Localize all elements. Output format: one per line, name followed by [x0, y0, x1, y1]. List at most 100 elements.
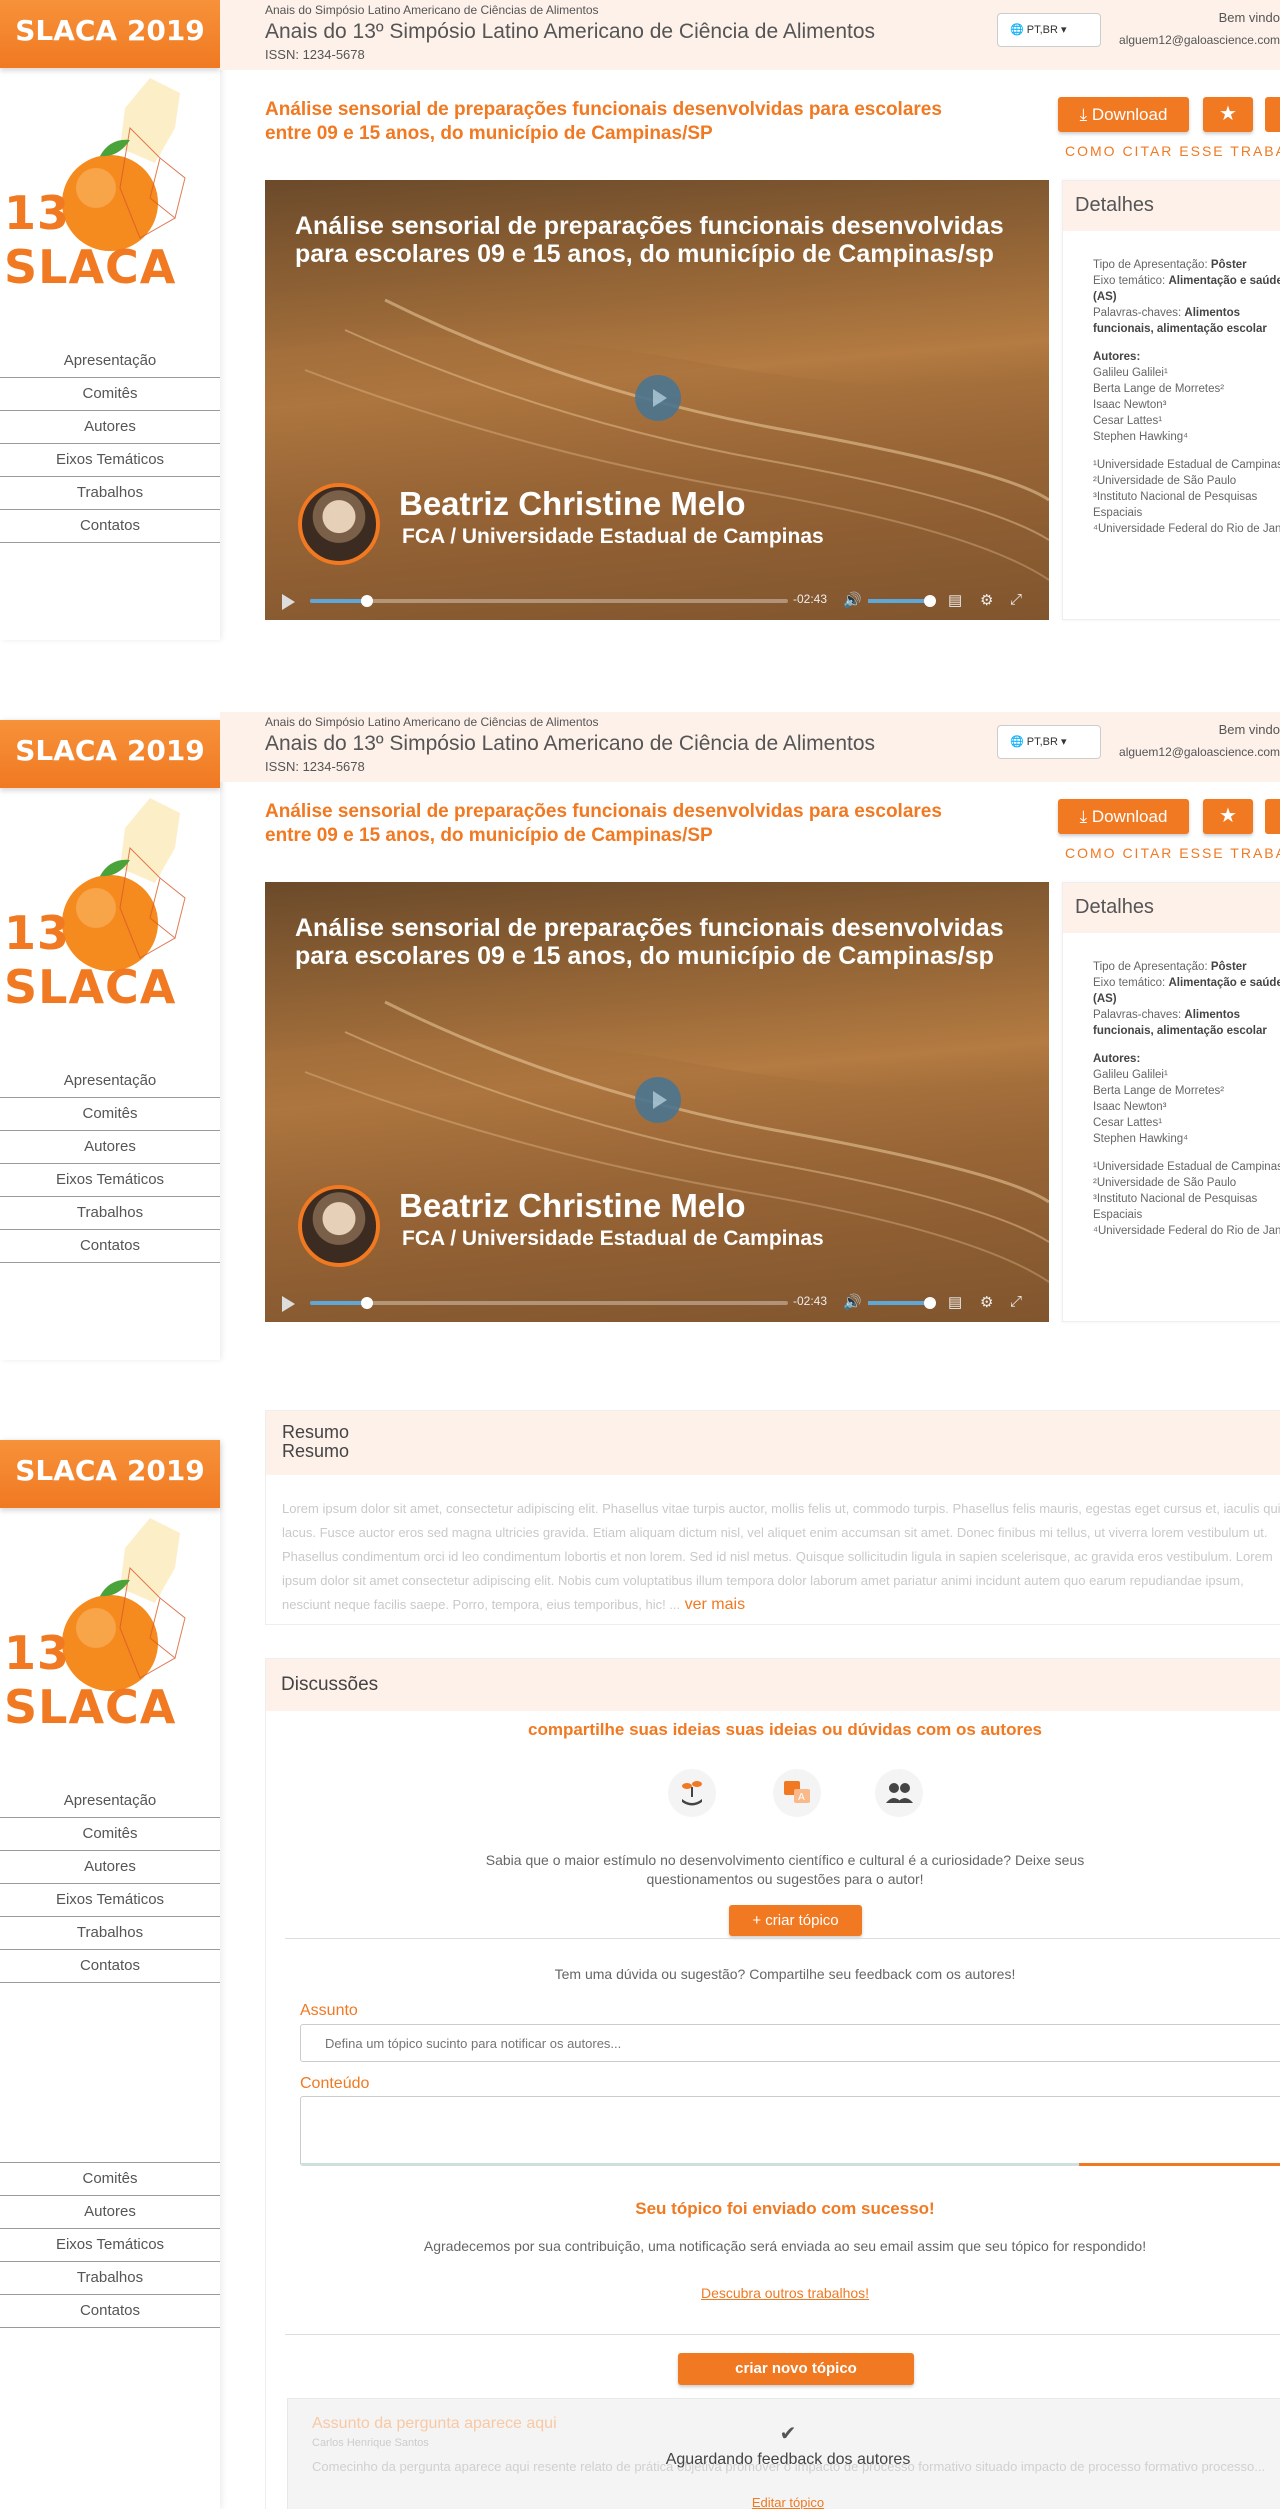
author-item[interactable]: Galileu Galilei¹	[1093, 1067, 1280, 1083]
header-subtitle: Anais do Simpósio Latino Americano de Ci…	[265, 3, 599, 17]
play-icon[interactable]	[635, 1077, 681, 1123]
more-button[interactable]	[1265, 97, 1280, 132]
nav-contatos[interactable]: Contatos	[0, 1950, 220, 1983]
slaca-logo[interactable]: 13 SLACA	[0, 1508, 220, 1734]
discussoes-intro: Sabia que o maior estímulo no desenvolvi…	[485, 1852, 1085, 1887]
speaker-avatar	[298, 483, 380, 565]
more-button[interactable]	[1265, 799, 1280, 834]
favorite-button[interactable]: ★	[1203, 799, 1253, 834]
seek-bar[interactable]	[310, 1297, 788, 1309]
nav-eixos[interactable]: Eixos Temáticos	[0, 1884, 220, 1917]
cite-link[interactable]: COMO CITAR ESSE TRABALHO	[1065, 143, 1280, 159]
slaca-logo[interactable]: 13 SLACA	[0, 68, 220, 294]
download-button[interactable]: ⤓ Download	[1058, 799, 1189, 834]
seek-progress	[310, 599, 368, 603]
fullscreen-icon[interactable]: ⤢	[1010, 591, 1022, 608]
author-item[interactable]: Berta Lange de Morretes²	[1093, 1083, 1280, 1099]
nav-contatos[interactable]: Contatos	[0, 510, 220, 543]
settings-icon[interactable]: ⚙	[980, 591, 993, 609]
user-email[interactable]: alguem12@galoascience.com	[1080, 745, 1280, 759]
author-item[interactable]: Stephen Hawking⁴	[1093, 1131, 1280, 1147]
fullscreen-icon[interactable]: ⤢	[1010, 1293, 1022, 1310]
nav-trabalhos[interactable]: Trabalhos	[0, 477, 220, 510]
nav-apresentacao[interactable]: Apresentação	[0, 1785, 220, 1818]
speaker-institution: FCA / Universidade Estadual de Campinas	[402, 525, 824, 548]
nav-eixos[interactable]: Eixos Temáticos	[0, 1164, 220, 1197]
criar-novo-topico-button[interactable]: criar novo tópico	[678, 2353, 914, 2385]
nav-autores[interactable]: Autores	[0, 1131, 220, 1164]
nav-comites[interactable]: Comitês	[0, 2163, 220, 2196]
volume-icon[interactable]: 🔊	[843, 1293, 862, 1311]
volume-icon[interactable]: 🔊	[843, 591, 862, 609]
time-remaining: -02:43	[793, 592, 828, 606]
header-issn: ISSN: 1234-5678	[265, 759, 365, 774]
nav-autores[interactable]: Autores	[0, 2196, 220, 2229]
nav-apresentacao[interactable]: Apresentação	[0, 1065, 220, 1098]
author-item[interactable]: Cesar Lattes¹	[1093, 413, 1280, 429]
conteudo-textarea[interactable]	[300, 2096, 1280, 2166]
speaker-name: Beatriz Christine Melo	[399, 485, 746, 522]
criar-topico-button[interactable]: + criar tópico	[729, 1905, 862, 1936]
user-email[interactable]: alguem12@galoascience.com	[1080, 33, 1280, 47]
ver-mais-link[interactable]: ver mais	[685, 1596, 745, 1613]
cite-link[interactable]: COMO CITAR ESSE TRABALHO	[1065, 845, 1280, 861]
nav-trabalhos[interactable]: Trabalhos	[0, 1197, 220, 1230]
download-button[interactable]: ⤓ Download	[1058, 97, 1189, 132]
nav-eixos[interactable]: Eixos Temáticos	[0, 2229, 220, 2262]
resumo-card: Resumo Resumo Lorem ipsum dolor sit amet…	[265, 1410, 1280, 1625]
nav-eixos[interactable]: Eixos Temáticos	[0, 444, 220, 477]
settings-icon[interactable]: ⚙	[980, 1293, 993, 1311]
volume-knob[interactable]	[924, 1297, 936, 1309]
nav-contatos[interactable]: Contatos	[0, 2295, 220, 2328]
seek-bar[interactable]	[310, 595, 788, 607]
nav-trabalhos[interactable]: Trabalhos	[0, 2262, 220, 2295]
captions-icon[interactable]: ▤	[948, 591, 962, 609]
assunto-input[interactable]	[300, 2024, 1280, 2062]
video-player[interactable]: Análise sensorial de preparações funcion…	[265, 882, 1049, 1322]
brand-title[interactable]: SLACA 2019	[0, 0, 220, 68]
favorite-button[interactable]: ★	[1203, 97, 1253, 132]
descubra-link[interactable]: Descubra outros trabalhos!	[265, 2285, 1280, 2301]
volume-slider[interactable]	[868, 595, 936, 607]
editar-topico-link[interactable]: Editar tópico	[288, 2495, 1280, 2509]
nav-apresentacao[interactable]: Apresentação	[0, 345, 220, 378]
play-button-icon[interactable]	[282, 1296, 295, 1312]
nav-contatos[interactable]: Contatos	[0, 1230, 220, 1263]
brand-title[interactable]: SLACA 2019	[0, 1440, 220, 1508]
captions-icon[interactable]: ▤	[948, 1293, 962, 1311]
author-item[interactable]: Berta Lange de Morretes²	[1093, 381, 1280, 397]
seek-knob[interactable]	[361, 595, 374, 607]
nav-comites[interactable]: Comitês	[0, 1818, 220, 1851]
author-item[interactable]: Isaac Newton³	[1093, 1099, 1280, 1115]
video-player[interactable]: Análise sensorial de preparações funcion…	[265, 180, 1049, 620]
nav-comites[interactable]: Comitês	[0, 378, 220, 411]
author-item[interactable]: Isaac Newton³	[1093, 397, 1280, 413]
volume-slider[interactable]	[868, 1297, 936, 1309]
play-icon[interactable]	[635, 375, 681, 421]
author-item[interactable]: Stephen Hawking⁴	[1093, 429, 1280, 445]
details-panel: Detalhes Tipo de Apresentação: Pôster Ei…	[1062, 882, 1280, 1322]
resumo-heading-2: Resumo	[282, 1441, 350, 1461]
nav-autores[interactable]: Autores	[0, 1851, 220, 1884]
feedback-prompt: Tem uma dúvida ou sugestão? Compartilhe …	[554, 1966, 1016, 1982]
download-icon: ⤓	[1079, 105, 1088, 124]
author-item[interactable]: Galileu Galilei¹	[1093, 365, 1280, 381]
nav-autores[interactable]: Autores	[0, 411, 220, 444]
volume-knob[interactable]	[924, 595, 936, 607]
seek-progress	[310, 1301, 368, 1305]
affiliation-item: ⁴Universidade Federal do Rio de Janeiro	[1093, 1225, 1280, 1237]
brand-title[interactable]: SLACA 2019	[0, 720, 220, 788]
slaca-logo[interactable]: 13 SLACA	[0, 788, 220, 1014]
seek-knob[interactable]	[361, 1297, 374, 1309]
thanks-message: Agradecemos por sua contribuição, uma no…	[423, 2238, 1147, 2254]
topic-card[interactable]: Assunto da pergunta aparece aqui Carlos …	[287, 2398, 1280, 2509]
video-title: Análise sensorial de preparações funcion…	[295, 212, 1004, 268]
play-button-icon[interactable]	[282, 594, 295, 610]
author-item[interactable]: Cesar Lattes¹	[1093, 1115, 1280, 1131]
conteudo-label: Conteúdo	[300, 2075, 370, 2092]
affiliation-item: ³Instituto Nacional de Pesquisas Espacia…	[1093, 491, 1258, 519]
nav-comites[interactable]: Comitês	[0, 1098, 220, 1131]
affiliation-item: ⁴Universidade Federal do Rio de Janeiro	[1093, 523, 1280, 535]
header-subtitle: Anais do Simpósio Latino Americano de Ci…	[265, 715, 599, 729]
nav-trabalhos[interactable]: Trabalhos	[0, 1917, 220, 1950]
